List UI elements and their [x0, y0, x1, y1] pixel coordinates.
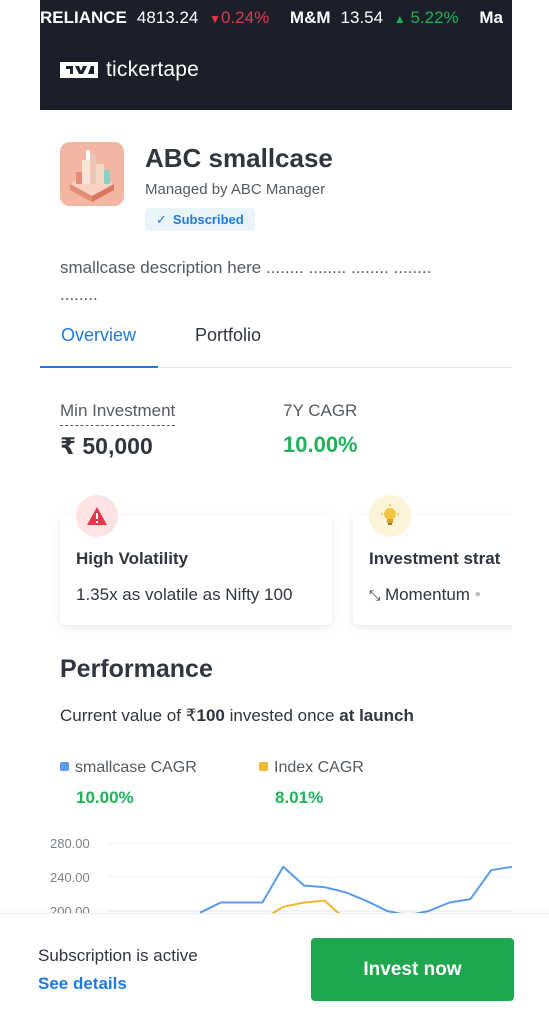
carousel-edge — [512, 490, 549, 640]
card-text: ⤡ Momentum • — [369, 585, 481, 605]
performance-title: Performance — [60, 655, 213, 683]
check-icon: ✓ — [156, 211, 167, 227]
cagr-value: 10.00% — [283, 432, 358, 457]
ticker-item[interactable]: M&M 13.54 ▲ 5.22% — [290, 8, 459, 28]
momentum-icon: ⤡ — [369, 587, 381, 603]
down-arrow-icon: ▼ — [209, 12, 221, 26]
legend-value-smallcase: 10.00% — [76, 788, 134, 807]
badge-label: Subscribed — [172, 212, 244, 227]
legend-smallcase: smallcase CAGR — [60, 759, 197, 777]
lightbulb-icon — [369, 495, 411, 537]
ticker-change: ▲ 5.22% — [394, 8, 459, 27]
ticker-strip[interactable]: RELIANCE 4813.24 ▼0.24% M&M 13.54 ▲ 5.22% … — [40, 8, 512, 28]
ticker-symbol: RELIANCE — [40, 8, 127, 27]
ticker-item[interactable]: Ma — [479, 8, 503, 28]
smallcase-description: smallcase description here ........ ....… — [60, 258, 432, 304]
smallcase-manager: Managed by ABC Manager — [145, 181, 326, 198]
tickertape-logo-icon — [60, 62, 98, 78]
ticker-change-value: 0.24% — [220, 8, 270, 27]
ticker-change: ▼0.24% — [209, 8, 269, 27]
smallcase-logo — [60, 142, 124, 206]
ticker-price: 4813.24 — [136, 8, 199, 27]
subtitle-amount: 100 — [196, 706, 225, 725]
tab-portfolio[interactable]: Portfolio — [195, 325, 261, 346]
legend-label: Index CAGR — [274, 759, 364, 776]
series-line-smallcase-cagr — [199, 865, 512, 917]
min-investment-label[interactable]: Min Investment — [60, 401, 176, 426]
strategy-name: Momentum — [384, 585, 470, 604]
active-tab-indicator — [40, 366, 158, 368]
volatility-card[interactable]: High Volatility 1.35x as volatile as Nif… — [60, 495, 332, 625]
ticker-symbol: M&M — [289, 8, 331, 27]
legend-value-index: 8.01% — [275, 788, 324, 807]
warning-icon — [76, 495, 118, 537]
legend-index: Index CAGR — [259, 759, 364, 777]
smallcase-title: ABC smallcase — [145, 143, 333, 173]
app-header: RELIANCE 4813.24 ▼0.24% M&M 13.54 ▲ 5.22% … — [40, 0, 512, 110]
subscription-status: Subscription is active — [38, 946, 198, 965]
brand[interactable]: tickertape — [60, 58, 199, 82]
cagr-label: 7Y CAGR — [283, 401, 358, 420]
subtitle-post: at launch — [339, 706, 414, 725]
separator-dot: • — [474, 585, 481, 604]
ticker-change-value: 5.22% — [410, 8, 459, 27]
brand-name: tickertape — [106, 58, 200, 81]
ticker-symbol: Ma — [479, 8, 503, 27]
tab-overview[interactable]: Overview — [61, 325, 136, 346]
card-title: High Volatility — [76, 549, 189, 568]
bottom-bar: Subscription is active See details Inves… — [0, 913, 549, 1024]
y-tick-label: 280.00 — [50, 836, 90, 851]
ticker-price: 13.54 — [340, 8, 384, 27]
see-details-link[interactable]: See details — [38, 974, 127, 994]
y-tick-label: 240.00 — [50, 870, 90, 885]
card-text: 1.35x as volatile as Nifty 100 — [76, 585, 293, 604]
chart-canvas — [108, 842, 512, 918]
invest-now-button[interactable]: Invest now — [311, 938, 514, 1001]
ticker-item[interactable]: RELIANCE 4813.24 ▼0.24% — [40, 8, 269, 28]
performance-chart[interactable]: 280.00 240.00 200.00 — [40, 828, 512, 918]
subtitle-mid: invested once — [224, 706, 340, 725]
subscribed-badge: ✓ Subscribed — [145, 208, 255, 231]
card-title: Investment strat — [369, 549, 501, 568]
legend-swatch — [259, 762, 268, 771]
tab-bar: Overview Portfolio — [40, 316, 512, 368]
min-investment-value: ₹ 50,000 — [60, 433, 153, 459]
performance-subtitle: Current value of ₹100 invested once at l… — [60, 706, 414, 726]
up-arrow-icon: ▲ — [393, 12, 406, 26]
smallcase-illustration-icon — [60, 142, 124, 206]
subtitle-pre: Current value of ₹ — [60, 706, 197, 725]
legend-swatch — [60, 762, 69, 771]
legend-label: smallcase CAGR — [75, 759, 197, 776]
